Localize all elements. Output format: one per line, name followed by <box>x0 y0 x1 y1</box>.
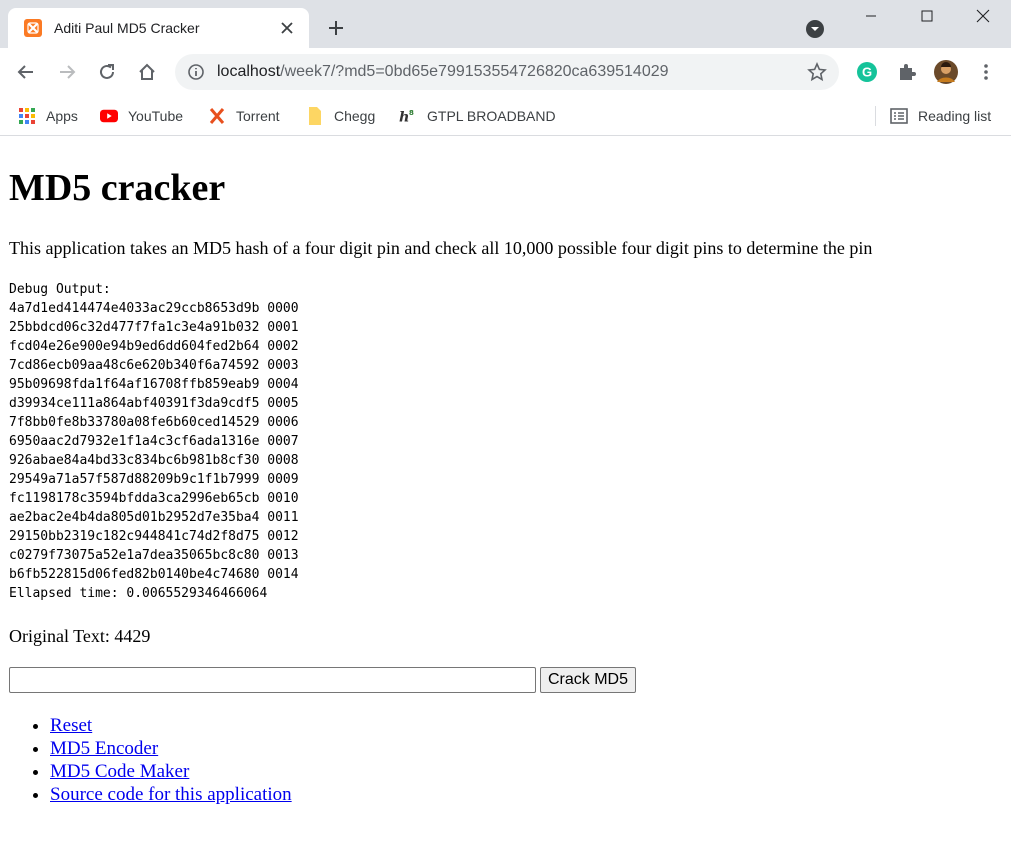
list-item: Reset <box>50 714 1011 737</box>
browser-toolbar: localhost/week7/?md5=0bd65e7991535547268… <box>0 48 1011 96</box>
bookmark-label: YouTube <box>128 108 184 124</box>
url-path: /week7/?md5=0bd65e799153554726820ca63951… <box>280 63 669 80</box>
close-window-icon[interactable] <box>955 0 1011 32</box>
bookmark-gtpl-broadband[interactable]: h8 GTPL BROADBAND <box>399 104 556 128</box>
bookmark-label: GTPL BROADBAND <box>427 108 556 124</box>
torrent-icon <box>208 107 226 125</box>
crack-form: Crack MD5 <box>9 667 1011 693</box>
original-text-result: Original Text: 4429 <box>9 626 151 646</box>
reset-link[interactable]: Reset <box>50 715 92 736</box>
reload-icon[interactable] <box>95 60 119 84</box>
youtube-icon <box>100 107 118 125</box>
crack-md5-button[interactable]: Crack MD5 <box>540 667 637 693</box>
bookmark-label: Chegg <box>334 108 376 124</box>
list-item: Source code for this application <box>50 783 1011 806</box>
home-icon[interactable] <box>135 60 159 84</box>
close-tab-icon[interactable] <box>275 16 299 40</box>
grammarly-extension-icon[interactable]: G <box>855 60 879 84</box>
reading-list-button[interactable]: Reading list <box>890 104 991 128</box>
chrome-menu-icon[interactable] <box>974 60 998 84</box>
reading-list-icon <box>890 107 908 125</box>
site-info-icon[interactable] <box>187 63 205 81</box>
source-code-link[interactable]: Source code for this application <box>50 784 292 805</box>
chegg-icon <box>306 107 324 125</box>
md5-hash-input[interactable] <box>9 667 536 693</box>
bookmarks-divider <box>875 106 876 126</box>
reading-list-label: Reading list <box>918 108 992 124</box>
active-tab[interactable]: Aditi Paul MD5 Cracker <box>8 8 309 48</box>
maximize-icon[interactable] <box>899 0 955 32</box>
bookmark-label: Torrent <box>236 108 280 124</box>
bookmark-torrent[interactable]: Torrent <box>208 104 280 128</box>
svg-text:G: G <box>862 65 872 80</box>
md5-encoder-link[interactable]: MD5 Encoder <box>50 738 158 759</box>
apps-grid-icon <box>18 107 36 125</box>
debug-output: Debug Output: 4a7d1ed414474e4033ac29ccb8… <box>9 282 299 601</box>
list-item: MD5 Encoder <box>50 737 1011 760</box>
tab-strip: Aditi Paul MD5 Cracker <box>0 0 1011 48</box>
new-tab-icon[interactable] <box>324 16 348 40</box>
forward-arrow-icon[interactable] <box>55 60 79 84</box>
page-title: MD5 cracker <box>9 167 226 209</box>
bookmarks-bar: Apps YouTube Torrent Chegg h8 GTPL BROAD… <box>0 96 1011 136</box>
profile-avatar[interactable] <box>934 60 958 84</box>
extensions-puzzle-icon[interactable] <box>895 60 919 84</box>
address-bar[interactable]: localhost/week7/?md5=0bd65e7991535547268… <box>175 54 839 90</box>
bookmark-star-icon[interactable] <box>805 60 829 84</box>
url-host: localhost <box>217 63 281 80</box>
tab-title: Aditi Paul MD5 Cracker <box>54 20 200 36</box>
svg-text:h: h <box>399 108 409 125</box>
url-text: localhost/week7/?md5=0bd65e7991535547268… <box>217 63 805 81</box>
minimize-icon[interactable] <box>843 0 899 32</box>
bookmark-youtube[interactable]: YouTube <box>100 104 183 128</box>
links-list: Reset MD5 Encoder MD5 Code Maker Source … <box>9 714 1011 806</box>
tab-search-dropdown-icon[interactable] <box>806 20 824 38</box>
bookmark-label: Apps <box>46 108 78 124</box>
bookmark-apps[interactable]: Apps <box>18 104 78 128</box>
page-content: MD5 cracker This application takes an MD… <box>0 136 1011 806</box>
bookmark-chegg[interactable]: Chegg <box>306 104 375 128</box>
md5-code-maker-link[interactable]: MD5 Code Maker <box>50 761 189 782</box>
page-description: This application takes an MD5 hash of a … <box>9 238 873 258</box>
svg-text:8: 8 <box>409 108 414 117</box>
list-item: MD5 Code Maker <box>50 760 1011 783</box>
xampp-favicon-icon <box>24 19 42 37</box>
back-arrow-icon[interactable] <box>14 60 38 84</box>
gtpl-icon: h8 <box>399 107 417 125</box>
